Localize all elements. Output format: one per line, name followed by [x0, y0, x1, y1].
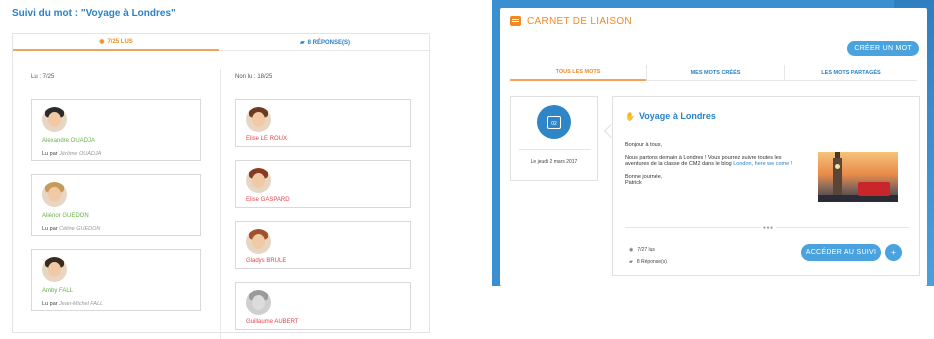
red-bus [858, 182, 890, 196]
reply-count: ▰ 8 Réponse(s) [629, 259, 667, 265]
create-word-button[interactable]: CRÉER UN MOT [847, 41, 919, 56]
student-name: Alexandre OUADJA [42, 138, 96, 144]
avatar [246, 229, 271, 254]
read-by: Lu par Jérôme OUADJA [42, 151, 101, 157]
liaison-panel: CARNET DE LIAISON CRÉER UN MOT TOUS LES … [492, 0, 934, 286]
plus-button[interactable]: + [885, 244, 902, 261]
message-title-text: Voyage à Londres [638, 111, 716, 121]
read-by-name: Jérôme OUADJA [59, 151, 102, 157]
unread-header: Non lu : 18/25 [235, 74, 273, 80]
road [818, 195, 898, 202]
access-tracking-button[interactable]: ACCÉDER AU SUIVI [801, 244, 881, 261]
read-student-card[interactable]: Aliénor GUEDON Lu par Céline GUEDON [31, 174, 201, 236]
calendar-badge: 02 [537, 105, 571, 139]
reply-count-text: 8 Réponse(s) [636, 259, 667, 265]
tab-my-words[interactable]: MES MOTS CRÉÉS [646, 65, 784, 81]
read-student-card[interactable]: Alexandre OUADJA Lu par Jérôme OUADJA [31, 99, 201, 161]
avatar [246, 290, 271, 315]
more-dots-icon[interactable]: ●●● [761, 225, 776, 231]
unread-student-card[interactable]: Elise GASPARD [235, 160, 411, 208]
tab-all-words[interactable]: TOUS LES MOTS [510, 65, 646, 81]
clock-face [835, 164, 840, 169]
liaison-window: CARNET DE LIAISON CRÉER UN MOT TOUS LES … [500, 8, 927, 286]
calendar-icon: 02 [547, 115, 561, 129]
read-by: Lu par Jean-Michel FALL [42, 301, 103, 307]
chat-icon: ▰ [300, 40, 305, 46]
student-name: Elise GASPARD [246, 197, 290, 203]
read-by-prefix: Lu par [42, 226, 58, 232]
read-by-name: Jean-Michel FALL [59, 301, 104, 307]
blog-link[interactable]: London, here we come ! [733, 161, 792, 167]
liaison-header: CARNET DE LIAISON [500, 8, 927, 34]
student-name: Guillaume AUBERT [246, 319, 299, 325]
column-divider [220, 69, 221, 339]
liaison-title: CARNET DE LIAISON [527, 15, 632, 27]
eye-icon: ◉ [629, 247, 634, 253]
date-card: 02 Le jeudi 2 mars 2017 [510, 96, 598, 181]
read-by: Lu par Céline GUEDON [42, 226, 100, 232]
avatar [42, 107, 67, 132]
tracking-panel: Suivi du mot : "Voyage à Londres" ◉ 7/25… [0, 0, 440, 339]
unread-student-card[interactable]: Guillaume AUBERT [235, 282, 411, 330]
read-header: Lu : 7/25 [31, 74, 55, 80]
read-count: ◉ 7/27 lus [629, 247, 655, 253]
greeting: Bonjour à tous, [625, 142, 662, 148]
avatar [246, 107, 271, 132]
avatar [246, 168, 271, 193]
tab-shared-words[interactable]: LES MOTS PARTAGÉS [784, 65, 917, 81]
unread-student-card[interactable]: Gladys BRULE [235, 221, 411, 269]
tab-read[interactable]: ◉ 7/25 lus [13, 34, 219, 51]
tracking-tabs: ◉ 7/25 lus ▰ 8 réponse(s) [13, 34, 429, 51]
student-name: Amby FALL [42, 288, 74, 294]
student-name: Aliénor GUEDON [42, 213, 89, 219]
tab-replies[interactable]: ▰ 8 réponse(s) [219, 34, 431, 51]
chat-icon: ▰ [629, 259, 633, 265]
page-title: Suivi du mot : "Voyage à Londres" [12, 8, 176, 19]
avatar [42, 182, 67, 207]
read-count-text: 7/27 lus [637, 247, 655, 253]
eye-icon: ◉ [99, 39, 105, 45]
tracking-card: ◉ 7/25 lus ▰ 8 réponse(s) Lu : 7/25 Non … [12, 33, 430, 339]
notebook-icon [510, 16, 521, 26]
message-card: ✋ Voyage à Londres Bonjour à tous, Nous … [612, 96, 920, 276]
unread-student-card[interactable]: Elise LE ROUX [235, 99, 411, 147]
read-by-prefix: Lu par [42, 301, 58, 307]
message-body: Bonjour à tous, Nous partons demain à Lo… [625, 142, 805, 187]
divider [519, 149, 591, 150]
student-name: Elise LE ROUX [246, 136, 288, 142]
liaison-tabs: TOUS LES MOTS MES MOTS CRÉÉS LES MOTS PA… [510, 65, 917, 81]
hand-icon: ✋ [625, 111, 635, 121]
read-by-prefix: Lu par [42, 151, 58, 157]
body-paragraph: Nous partons demain à Londres ! Vous pou… [625, 155, 805, 168]
london-photo [818, 152, 898, 202]
message-title[interactable]: ✋ Voyage à Londres [625, 111, 716, 121]
message-date: Le jeudi 2 mars 2017 [530, 159, 578, 165]
read-student-card[interactable]: Amby FALL Lu par Jean-Michel FALL [31, 249, 201, 311]
calendar-day: 02 [551, 120, 557, 127]
tab-replies-label: 8 réponse(s) [307, 39, 350, 46]
tab-read-label: 7/25 lus [107, 38, 133, 45]
avatar [42, 257, 67, 282]
read-by-name: Céline GUEDON [59, 226, 101, 232]
student-name: Gladys BRULE [246, 258, 287, 264]
signature: Patrick [625, 180, 642, 186]
